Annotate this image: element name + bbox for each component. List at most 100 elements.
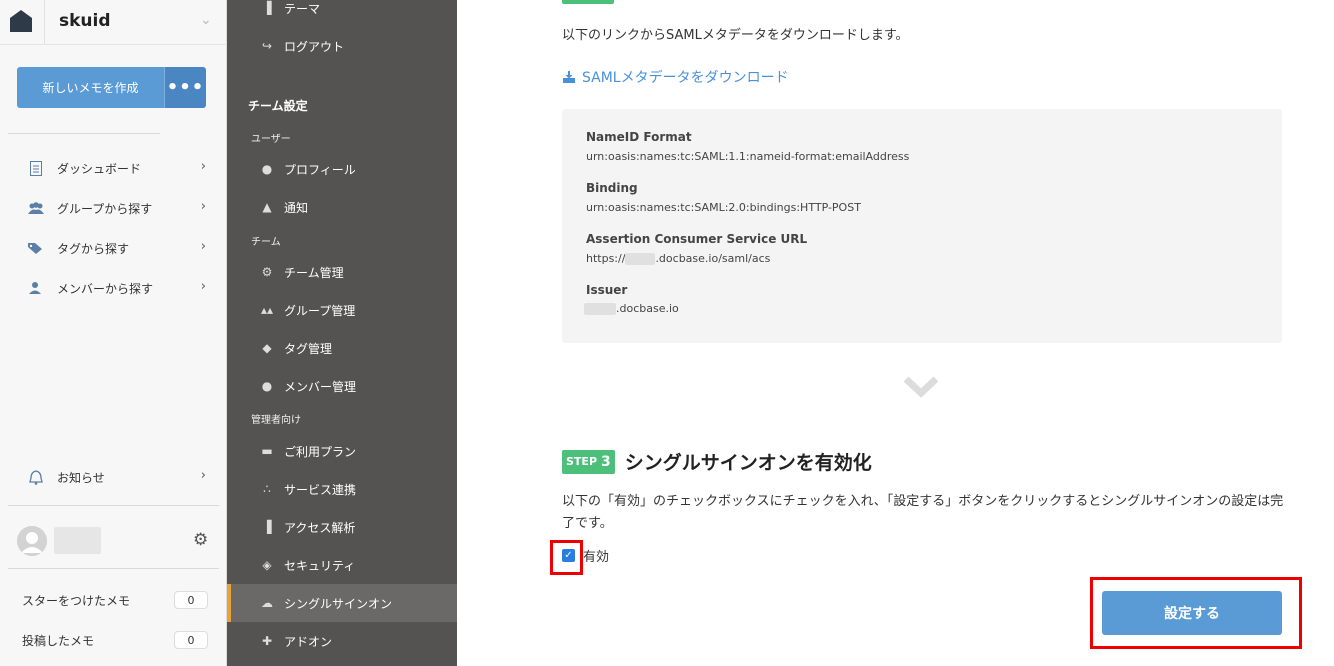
settings-item-sso[interactable]: ☁ シングルサインオン [227,584,457,622]
settings-item-team[interactable]: ⚙ チーム管理 [227,253,457,291]
settings-item-label: 通知 [284,200,309,215]
url-suffix: .docbase.io/saml/acs [655,252,771,265]
nav-dashboard[interactable]: ダッシュボード › [27,157,212,179]
enable-checkbox[interactable]: ✓ [562,549,575,562]
settings-item-integrations[interactable]: ∴ サービス連携 [227,470,457,508]
more-options-button[interactable]: ••• [164,67,206,108]
step-title-cropped [624,0,1184,4]
step-badge: STEP 3 [562,449,615,474]
redacted-subdomain [584,303,616,315]
nav-label: タグから探す [57,241,130,256]
info-label: Binding [586,181,638,195]
nav-groups[interactable]: グループから探す › [27,197,212,219]
settings-item-notification[interactable]: ▲ 通知 [227,188,457,226]
current-user: ⚙ [17,526,217,556]
chevron-right-icon: › [200,199,206,214]
bar-chart-icon: ▐ [262,520,272,534]
link-label: SAMLメタデータをダウンロード [582,70,789,86]
settings-item-label: アクセス解析 [284,520,356,535]
info-value: https:// .docbase.io/saml/acs [586,252,770,265]
settings-item-groups[interactable]: ▴▴ グループ管理 [227,291,457,329]
settings-menu: ▐ テーマ ↪ ログアウト チーム設定 ユーザー ● プロフィール ▲ 通知 チ… [227,0,457,666]
team-logo-icon [10,10,32,32]
enable-label[interactable]: 有効 [583,546,609,565]
settings-item-logout[interactable]: ↪ ログアウト [227,27,457,65]
gear-icon[interactable]: ⚙ [193,530,211,550]
bell-icon: ▲ [262,200,272,214]
header-divider [44,0,45,44]
nav-tags[interactable]: タグから探す › [27,237,212,259]
url-suffix: .docbase.io [616,302,679,315]
group-icon: ▴▴ [260,303,274,317]
new-memo-button[interactable]: 新しいメモを作成 [17,67,164,108]
settings-item-theme[interactable]: ▐ テーマ [227,0,457,27]
group-icon [27,200,45,216]
nav-label: お知らせ [57,470,105,485]
settings-item-label: テーマ [284,1,321,16]
step3-heading: STEP 3 シングルサインオンを有効化 [562,448,872,475]
gear-icon: ⚙ [261,265,273,279]
nav-notifications[interactable]: お知らせ › [27,466,212,488]
user-name-redacted [54,527,101,554]
tag-icon [27,240,45,256]
nav-label: メンバーから探す [57,281,154,296]
network-icon: ∴ [263,482,271,496]
nav-members[interactable]: メンバーから探す › [27,277,212,299]
section-label-user: ユーザー [251,134,291,145]
download-instructions: 以下のリンクからSAMLメタデータをダウンロードします。 [562,28,909,43]
main-content: 以下のリンクからSAMLメタデータをダウンロードします。 SAMLメタデータをダ… [457,0,1334,666]
settings-item-label: タグ管理 [284,341,333,356]
step-badge [562,0,614,4]
count-badge: 0 [174,591,208,609]
puzzle-icon: ✚ [261,634,273,648]
step3-description: 以下の「有効」のチェックボックスにチェックを入れ、「設定する」ボタンをクリックす… [562,494,1284,531]
avatar[interactable] [17,526,47,556]
tag-icon: ◆ [262,341,272,355]
chevron-down-icon [904,376,938,398]
redacted-subdomain [625,253,656,265]
cloud-icon: ☁ [261,596,273,610]
nav-label: グループから探す [57,201,153,216]
divider [0,44,227,45]
section-label-team: チーム [251,237,281,248]
settings-item-security[interactable]: ◈ セキュリティ [227,546,457,584]
member-icon: ● [261,379,273,393]
submit-button[interactable]: 設定する [1102,591,1282,635]
chevron-right-icon: › [200,279,206,294]
settings-item-plan[interactable]: ▬ ご利用プラン [227,432,457,470]
settings-item-label: ご利用プラン [284,444,357,459]
settings-item-addons[interactable]: ✚ アドオン [227,622,457,660]
section-label-admin: 管理者向け [251,415,301,426]
settings-item-label: プロフィール [284,162,356,177]
team-switcher[interactable]: skuid ⌄ [0,0,227,44]
info-label: Issuer [586,283,628,297]
settings-item-analytics[interactable]: ▐ アクセス解析 [227,508,457,546]
divider [8,505,219,506]
settings-item-label: メンバー管理 [284,379,357,394]
saml-info-box: NameID Format urn:oasis:names:tc:SAML:1.… [562,109,1282,343]
count-badge: 0 [174,631,208,649]
shield-icon: ◈ [262,558,272,572]
settings-item-label: サービス連携 [284,482,357,497]
settings-item-profile[interactable]: ● プロフィール [227,150,457,188]
download-metadata-link[interactable]: SAMLメタデータをダウンロード [562,67,789,87]
settings-heading: チーム設定 [248,99,308,113]
settings-item-tags[interactable]: ◆ タグ管理 [227,329,457,367]
info-value: urn:oasis:names:tc:SAML:1.1:nameid-forma… [586,150,910,163]
info-value: urn:oasis:names:tc:SAML:2.0:bindings:HTT… [586,201,861,214]
info-value: .docbase.io [584,302,679,315]
info-label: NameID Format [586,130,692,144]
divider [8,568,219,569]
person-icon: ● [261,162,273,176]
starred-memos[interactable]: スターをつけたメモ 0 [22,590,208,610]
settings-item-members[interactable]: ● メンバー管理 [227,367,457,405]
logout-icon: ↪ [261,39,273,53]
chevron-right-icon: › [200,159,206,174]
chevron-down-icon[interactable]: ⌄ [200,12,212,28]
url-prefix: https:// [586,252,626,265]
step-title: シングルサインオンを有効化 [624,452,872,474]
settings-item-label: セキュリティ [284,558,356,573]
step2-heading-cropped [562,0,1202,6]
settings-item-label: シングルサインオン [284,596,393,611]
posted-memos[interactable]: 投稿したメモ 0 [22,630,208,650]
